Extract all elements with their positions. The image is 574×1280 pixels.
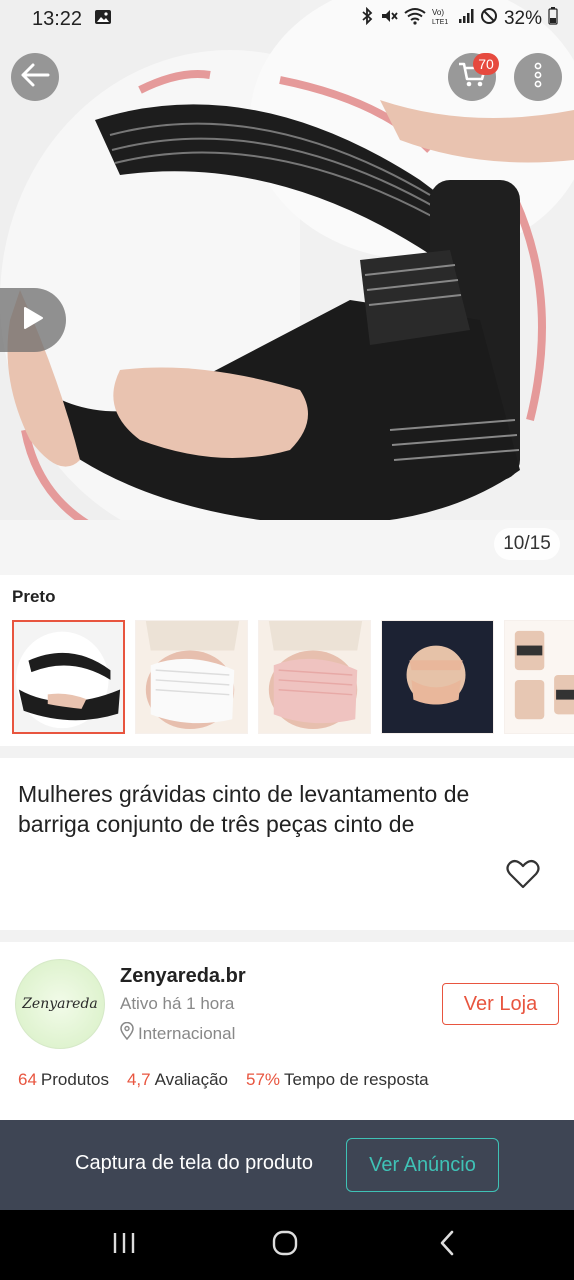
visit-store-button[interactable]: Ver Loja	[442, 983, 559, 1025]
chevron-left-icon	[439, 1230, 455, 1261]
gallery-icon	[94, 8, 112, 31]
store-location-text: Internacional	[138, 1023, 236, 1043]
stat-label: Tempo de resposta	[284, 1070, 429, 1089]
favorite-button[interactable]	[504, 858, 542, 894]
banner-text: Captura de tela do produto	[75, 1152, 313, 1174]
bluetooth-icon	[360, 6, 374, 31]
mute-icon	[380, 7, 398, 31]
more-options-button[interactable]	[514, 53, 562, 101]
store-logo[interactable]: Zenyareda	[15, 959, 105, 1049]
stat-rating: 4,7 Avaliação	[127, 1070, 228, 1090]
stat-value: 64	[18, 1070, 37, 1089]
wifi-icon	[404, 7, 426, 31]
stat-products: 64 Produtos	[18, 1070, 109, 1090]
product-title: Mulheres grávidas cinto de levantamento …	[18, 781, 470, 837]
signal-icon	[458, 8, 474, 30]
recent-apps-button[interactable]	[106, 1228, 142, 1262]
back-arrow-icon	[20, 62, 50, 93]
battery-icon	[548, 7, 558, 31]
stat-response-time: 57% Tempo de resposta	[246, 1070, 429, 1090]
status-bar: 13:22 Vo) LTE1 32%	[0, 0, 574, 38]
store-name[interactable]: Zenyareda.br	[120, 965, 246, 988]
home-button[interactable]	[268, 1228, 302, 1262]
status-time: 13:22	[32, 7, 83, 30]
more-vertical-icon	[534, 62, 542, 93]
store-stats: 64 Produtos 4,7 Avaliação 57% Tempo de resp…	[18, 1070, 429, 1090]
stat-label: Produtos	[40, 1070, 109, 1089]
variant-thumbnail-branco[interactable]	[135, 620, 248, 734]
stat-value: 57%	[246, 1070, 281, 1089]
recent-apps-icon	[111, 1231, 137, 1260]
svg-text:Vo): Vo)	[432, 8, 444, 17]
image-counter: 10/15	[494, 528, 560, 560]
variant-thumbnail-bege[interactable]	[381, 620, 494, 734]
home-icon	[272, 1230, 298, 1261]
view-ad-button[interactable]: Ver Anúncio	[346, 1138, 499, 1192]
variant-thumbnails	[12, 620, 574, 734]
variant-thumbnail-conjunto[interactable]	[504, 620, 574, 734]
no-disturb-icon	[480, 7, 498, 31]
back-button[interactable]	[11, 53, 59, 101]
back-nav-button[interactable]	[432, 1228, 462, 1262]
store-active-status: Ativo há 1 hora	[120, 994, 235, 1013]
store-logo-text: Zenyareda	[22, 996, 98, 1012]
play-icon	[22, 306, 44, 335]
variant-label: Preto	[12, 587, 56, 606]
store-location: Internacional	[120, 1021, 236, 1045]
variant-thumbnail-rosa[interactable]	[258, 620, 371, 734]
stat-label: Avaliação	[154, 1070, 229, 1089]
battery-percent: 32%	[503, 8, 542, 29]
section-divider	[0, 930, 574, 942]
variant-thumbnail-preto[interactable]	[12, 620, 125, 734]
location-pin-icon	[120, 1021, 134, 1045]
heart-icon	[506, 859, 540, 894]
cart-count-badge: 70	[473, 53, 499, 75]
play-video-button[interactable]	[0, 288, 66, 352]
stat-value: 4,7	[126, 1070, 151, 1089]
svg-text:LTE1: LTE1	[432, 19, 448, 25]
volte-icon: Vo) LTE1	[432, 7, 452, 31]
section-divider	[0, 746, 574, 758]
